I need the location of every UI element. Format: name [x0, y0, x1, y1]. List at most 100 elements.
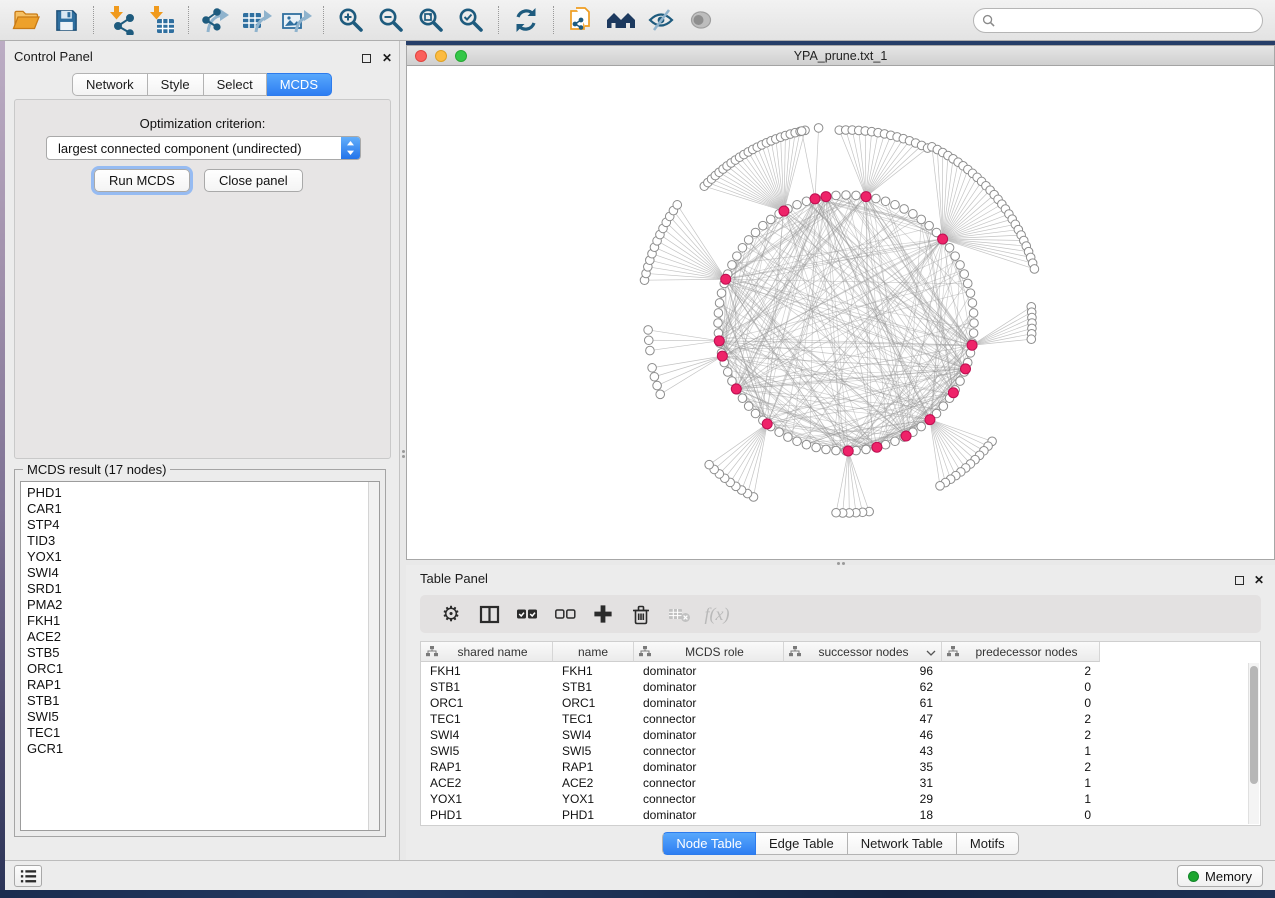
tab-node-table[interactable]: Node Table: [662, 832, 756, 855]
ring-node[interactable]: [733, 252, 742, 261]
hub-node[interactable]: [925, 415, 935, 425]
ring-node[interactable]: [802, 440, 811, 449]
zoom-in-button[interactable]: [331, 2, 371, 38]
home-button[interactable]: [601, 2, 641, 38]
satellite-node[interactable]: [832, 508, 841, 517]
ring-node[interactable]: [852, 191, 861, 200]
satellite-node[interactable]: [644, 336, 653, 345]
ring-node[interactable]: [715, 299, 724, 308]
ring-node[interactable]: [881, 197, 890, 206]
hub-node[interactable]: [714, 336, 724, 346]
add-column-button[interactable]: [584, 598, 622, 630]
table-row[interactable]: STB1STB1dominator620: [421, 679, 1100, 695]
ring-node[interactable]: [968, 299, 977, 308]
list-scrollbar[interactable]: [368, 482, 379, 830]
function-builder-button[interactable]: f(x): [698, 598, 736, 630]
hub-node[interactable]: [901, 431, 911, 441]
ring-node[interactable]: [832, 446, 841, 455]
hub-node[interactable]: [717, 351, 727, 361]
mcds-node-item[interactable]: PMA2: [21, 597, 379, 613]
delete-column-button[interactable]: [622, 598, 660, 630]
ring-node[interactable]: [969, 309, 978, 318]
table-row[interactable]: YOX1YOX1connector291: [421, 791, 1100, 807]
export-table-button[interactable]: [236, 2, 276, 38]
export-network-button[interactable]: [196, 2, 236, 38]
ring-node[interactable]: [872, 194, 881, 203]
mcds-node-item[interactable]: SWI4: [21, 565, 379, 581]
ring-node[interactable]: [970, 319, 979, 328]
ring-node[interactable]: [917, 422, 926, 431]
ring-node[interactable]: [802, 197, 811, 206]
mcds-node-item[interactable]: STB5: [21, 645, 379, 661]
ring-node[interactable]: [714, 309, 723, 318]
satellite-node[interactable]: [648, 363, 657, 372]
table-row[interactable]: SWI5SWI5connector431: [421, 743, 1100, 759]
mcds-node-item[interactable]: PHD1: [21, 485, 379, 501]
ring-node[interactable]: [881, 440, 890, 449]
mcds-node-item[interactable]: TID3: [21, 533, 379, 549]
satellite-node[interactable]: [644, 326, 653, 335]
satellite-node[interactable]: [705, 460, 714, 469]
satellite-node[interactable]: [1027, 335, 1036, 344]
ring-node[interactable]: [917, 215, 926, 224]
mcds-node-item[interactable]: YOX1: [21, 549, 379, 565]
table-row[interactable]: ACE2ACE2connector311: [421, 775, 1100, 791]
hide-selected-button[interactable]: [641, 2, 681, 38]
deselect-all-columns-button[interactable]: [546, 598, 584, 630]
ring-node[interactable]: [784, 433, 793, 442]
zoom-out-button[interactable]: [371, 2, 411, 38]
zoom-selected-button[interactable]: [451, 2, 491, 38]
ring-node[interactable]: [862, 445, 871, 454]
tab-style[interactable]: Style: [148, 73, 204, 96]
ring-node[interactable]: [744, 236, 753, 245]
ring-node[interactable]: [775, 428, 784, 437]
close-panel-action-button[interactable]: Close panel: [204, 169, 303, 192]
ring-node[interactable]: [909, 210, 918, 219]
network-titlebar[interactable]: YPA_prune.txt_1: [407, 46, 1274, 66]
select-all-columns-button[interactable]: [508, 598, 546, 630]
ring-node[interactable]: [728, 261, 737, 270]
table-row[interactable]: FKH1FKH1dominator962: [421, 663, 1100, 679]
ring-node[interactable]: [945, 243, 954, 252]
ring-node[interactable]: [900, 205, 909, 214]
hub-node[interactable]: [810, 194, 820, 204]
tab-edge-table[interactable]: Edge Table: [756, 832, 848, 855]
ring-node[interactable]: [960, 270, 969, 279]
mcds-node-item[interactable]: SRD1: [21, 581, 379, 597]
ring-node[interactable]: [842, 191, 851, 200]
memory-button[interactable]: Memory: [1177, 865, 1263, 887]
run-mcds-button[interactable]: Run MCDS: [94, 169, 190, 192]
delete-table-button[interactable]: [660, 598, 698, 630]
satellite-node[interactable]: [646, 346, 655, 355]
mcds-node-item[interactable]: ORC1: [21, 661, 379, 677]
ring-node[interactable]: [714, 319, 723, 328]
column-header-successor-nodes[interactable]: successor nodes: [784, 642, 942, 662]
ring-node[interactable]: [744, 402, 753, 411]
satellite-node[interactable]: [673, 201, 682, 210]
ring-node[interactable]: [925, 221, 934, 230]
table-row[interactable]: ORC1ORC1dominator610: [421, 695, 1100, 711]
task-history-button[interactable]: [14, 865, 42, 887]
hub-node[interactable]: [721, 274, 731, 284]
satellite-node[interactable]: [650, 372, 659, 381]
satellite-node[interactable]: [936, 482, 945, 491]
hub-node[interactable]: [843, 446, 853, 456]
satellite-node[interactable]: [1030, 265, 1039, 274]
satellite-node[interactable]: [656, 390, 665, 399]
hub-node[interactable]: [779, 206, 789, 216]
ring-node[interactable]: [963, 279, 972, 288]
float-table-panel-button[interactable]: [1235, 572, 1244, 590]
ring-node[interactable]: [891, 200, 900, 209]
hub-node[interactable]: [872, 442, 882, 452]
satellite-node[interactable]: [814, 124, 823, 133]
mcds-node-item[interactable]: STB1: [21, 693, 379, 709]
satellite-node[interactable]: [797, 127, 806, 136]
ring-node[interactable]: [759, 221, 768, 230]
column-header-predecessor-nodes[interactable]: predecessor nodes: [942, 642, 1100, 662]
ring-node[interactable]: [738, 243, 747, 252]
ring-node[interactable]: [939, 402, 948, 411]
mcds-node-item[interactable]: RAP1: [21, 677, 379, 693]
ring-node[interactable]: [766, 215, 775, 224]
table-row[interactable]: PHD1PHD1dominator180: [421, 807, 1100, 823]
export-image-button[interactable]: [276, 2, 316, 38]
